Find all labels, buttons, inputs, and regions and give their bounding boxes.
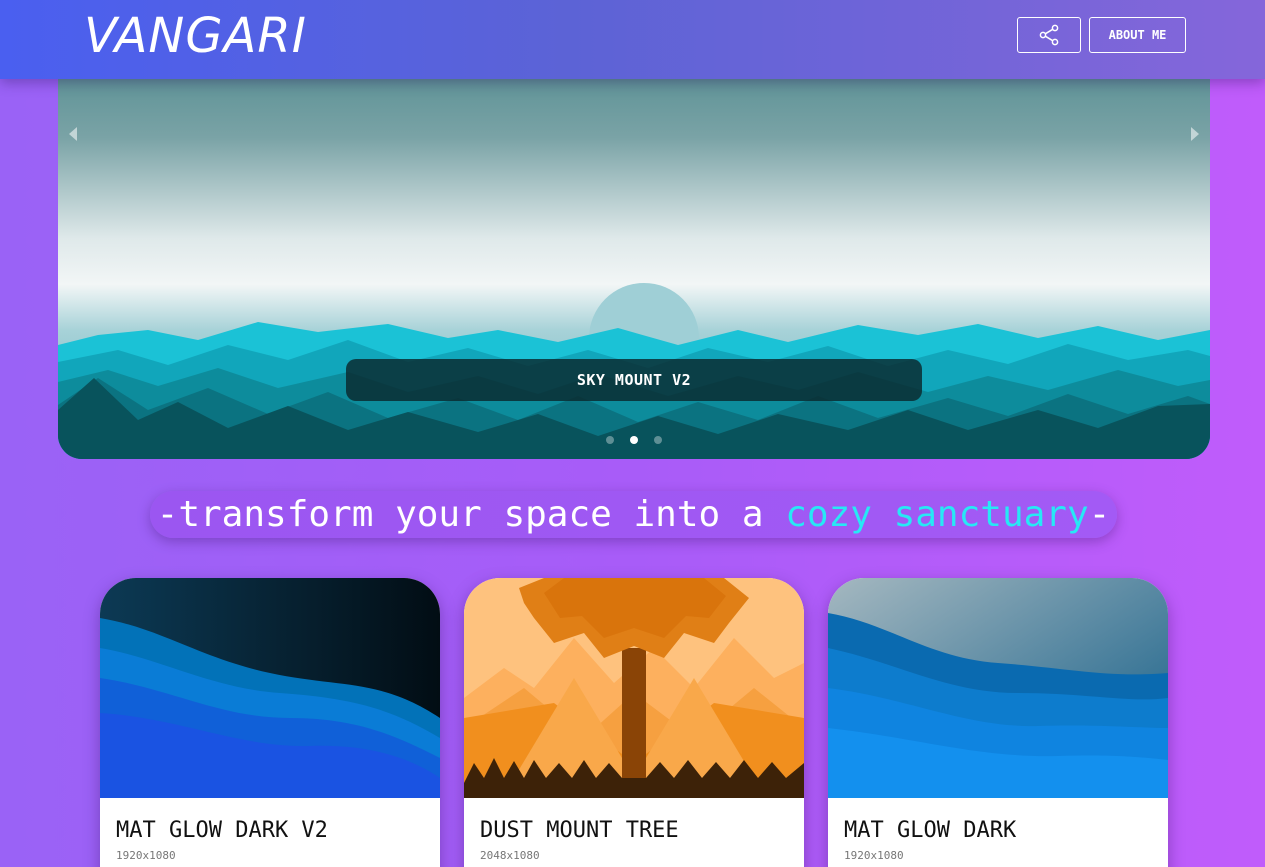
card-resolution: 2048x1080 (480, 849, 540, 862)
wallpaper-card[interactable]: MAT GLOW DARK V2 1920x1080 (100, 578, 440, 867)
navbar: VANGARI ABOUT ME (0, 0, 1265, 79)
card-title: MAT GLOW DARK (844, 818, 1017, 843)
wallpaper-thumbnail (464, 578, 804, 798)
tagline-prefix: -transform your space into a (156, 494, 786, 535)
wallpaper-thumbnail (100, 578, 440, 798)
wallpaper-thumbnail (828, 578, 1168, 798)
wallpaper-card[interactable]: DUST MOUNT TREE 2048x1080 (464, 578, 804, 867)
about-me-button[interactable]: ABOUT ME (1089, 17, 1186, 53)
chevron-right-icon[interactable] (1188, 124, 1202, 144)
carousel-indicators (606, 436, 662, 444)
share-button[interactable] (1017, 17, 1081, 53)
card-title: DUST MOUNT TREE (480, 818, 679, 843)
wallpaper-card[interactable]: MAT GLOW DARK 1920x1080 (828, 578, 1168, 867)
carousel-dot-2[interactable] (630, 436, 638, 444)
brand-logo[interactable]: VANGARI (84, 8, 307, 64)
carousel-dot-3[interactable] (654, 436, 662, 444)
tagline-accent: cozy sanctuary (785, 494, 1089, 535)
carousel-dot-1[interactable] (606, 436, 614, 444)
tagline: -transform your space into a cozy sanctu… (150, 491, 1117, 538)
card-resolution: 1920x1080 (116, 849, 176, 862)
card-title: MAT GLOW DARK V2 (116, 818, 328, 843)
chevron-left-icon[interactable] (66, 124, 80, 144)
tagline-suffix: - (1088, 494, 1111, 535)
card-resolution: 1920x1080 (844, 849, 904, 862)
share-icon (1039, 24, 1059, 46)
carousel-caption: SKY MOUNT V2 (346, 359, 922, 401)
